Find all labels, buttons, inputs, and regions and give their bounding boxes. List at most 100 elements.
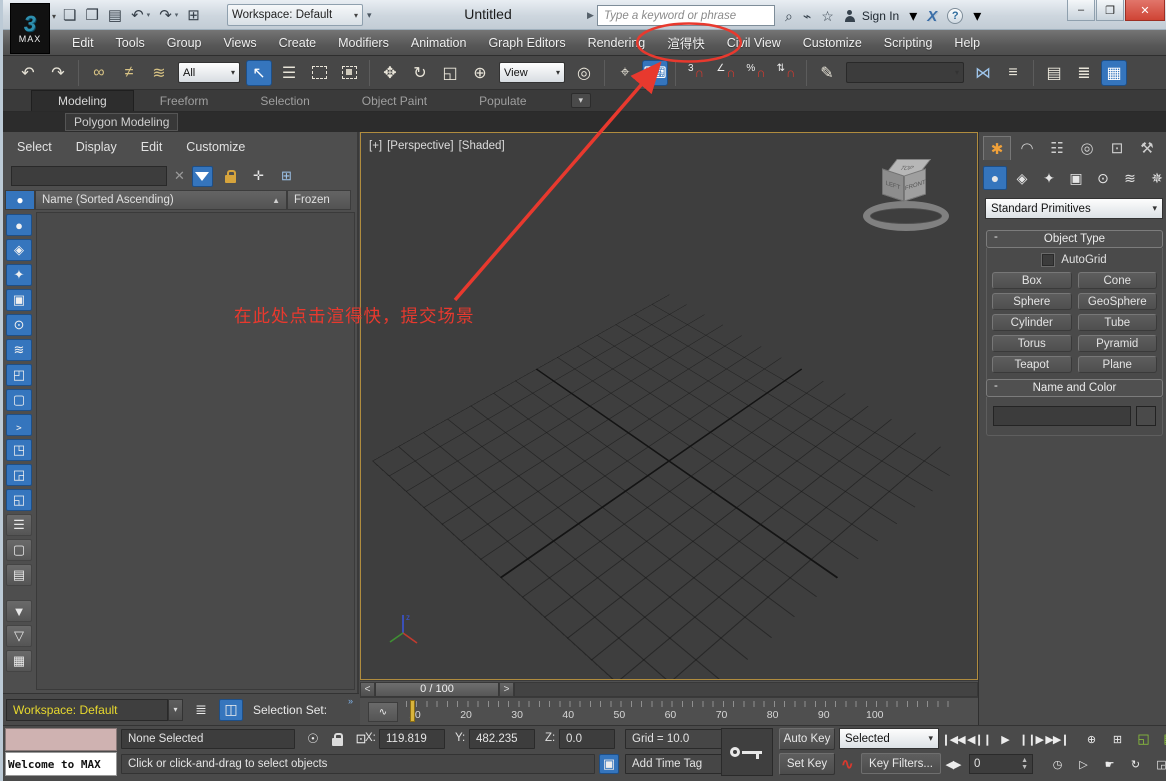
- pan-view-icon[interactable]: ☛: [1097, 754, 1121, 774]
- select-and-rotate-icon[interactable]: ↻: [407, 60, 433, 86]
- maximize-button[interactable]: ❐: [1096, 0, 1124, 21]
- create-shapes-icon[interactable]: ◈: [1010, 166, 1034, 190]
- primitive-button-teapot[interactable]: Teapot: [992, 356, 1072, 373]
- set-key-button[interactable]: Set Key: [779, 753, 835, 775]
- name-color-rollout-header[interactable]: - Name and Color: [986, 379, 1163, 397]
- filter-groups-icon[interactable]: ◰: [6, 364, 32, 386]
- maximize-viewport-toggle-icon[interactable]: ◲: [1149, 754, 1166, 774]
- tab-create[interactable]: ✱: [983, 136, 1011, 160]
- select-and-move-icon[interactable]: ✥: [377, 60, 403, 86]
- filter-bones-icon[interactable]: ﹥: [6, 414, 32, 436]
- filter-hidden-objects-icon[interactable]: ◱: [6, 489, 32, 511]
- new-file-icon[interactable]: ❏: [63, 6, 76, 24]
- select-object-icon[interactable]: ↖: [246, 60, 272, 86]
- named-selection-dropdown[interactable]: ▾: [846, 62, 964, 83]
- isolate-selection-toggle-icon[interactable]: ▣: [599, 754, 619, 774]
- select-place-highlight-icon[interactable]: ⌖: [612, 60, 638, 86]
- primitive-button-sphere[interactable]: Sphere: [992, 293, 1072, 310]
- ribbon-tab-Freeform[interactable]: Freeform: [134, 91, 235, 111]
- minimize-ribbon-icon[interactable]: ▾: [571, 93, 592, 108]
- filter-shapes-icon[interactable]: ◈: [6, 239, 32, 261]
- display-filter-icon[interactable]: [192, 166, 213, 187]
- application-menu-button[interactable]: 3 MAX: [10, 3, 50, 54]
- play-animation-icon[interactable]: ▶: [993, 729, 1017, 749]
- primitive-category-dropdown[interactable]: Standard Primitives ▾: [985, 198, 1163, 219]
- menu-item-Create[interactable]: Create: [268, 30, 328, 55]
- create-space-warps-icon[interactable]: ≋: [1118, 166, 1142, 190]
- align-icon[interactable]: ≡: [1000, 60, 1026, 86]
- ribbon-tab-Object Paint[interactable]: Object Paint: [336, 91, 453, 111]
- primitive-button-pyramid[interactable]: Pyramid: [1078, 335, 1158, 352]
- sign-in-dropdown-icon[interactable]: ▾: [909, 6, 917, 26]
- undo-dropdown-icon[interactable]: ▾: [147, 11, 151, 19]
- primitive-button-tube[interactable]: Tube: [1078, 314, 1158, 331]
- key-mode-dropdown[interactable]: Selected ▾: [839, 728, 939, 749]
- polygon-modeling-panel[interactable]: Polygon Modeling: [65, 113, 178, 131]
- go-to-end-icon[interactable]: ▶▶❙: [1045, 729, 1069, 749]
- track-bar[interactable]: ∿ 102030405060708090100: [360, 697, 978, 725]
- layer-manager-icon[interactable]: ▤: [1041, 60, 1067, 86]
- redo-icon[interactable]: ↷: [45, 60, 71, 86]
- snaps-toggle-3d-icon[interactable]: 3∩: [683, 60, 709, 86]
- filter-geometry-icon[interactable]: ●: [6, 214, 32, 236]
- selection-lock-lightbulb-icon[interactable]: ☉: [303, 729, 323, 749]
- filter-containers-icon[interactable]: ◳: [6, 439, 32, 461]
- minimize-button[interactable]: –: [1067, 0, 1095, 21]
- redo-icon[interactable]: ↷: [159, 6, 172, 24]
- auto-key-button[interactable]: Auto Key: [779, 728, 835, 750]
- clear-search-icon[interactable]: ✕: [174, 168, 185, 184]
- menu-item-Views[interactable]: Views: [212, 30, 267, 55]
- filter-space-warps-icon[interactable]: ≋: [6, 339, 32, 361]
- spinner-snap-toggle-icon[interactable]: ⇅∩: [773, 60, 799, 86]
- redo-dropdown-icon[interactable]: ▾: [175, 11, 179, 19]
- time-configuration-icon[interactable]: ◷: [1045, 754, 1069, 774]
- communication-center-icon[interactable]: ⌁: [803, 8, 811, 25]
- filter-xrefs-icon[interactable]: ▢: [6, 389, 32, 411]
- viewport-general-menu[interactable]: [+]: [369, 140, 382, 152]
- x-coordinate-input[interactable]: 119.819: [379, 729, 445, 749]
- filter-lights-icon[interactable]: ✦: [6, 264, 32, 286]
- primitive-button-box[interactable]: Box: [992, 272, 1072, 289]
- selection-filter-dropdown[interactable]: All▾: [178, 62, 240, 83]
- overflow-chevron-icon[interactable]: »: [348, 696, 353, 706]
- explorer-menu-Customize[interactable]: Customize: [186, 140, 245, 154]
- manage-layers-icon[interactable]: ≣: [189, 699, 213, 721]
- menu-item-Help[interactable]: Help: [943, 30, 991, 55]
- lock-explorer-icon[interactable]: [220, 166, 241, 187]
- percent-snap-toggle-icon[interactable]: %∩: [743, 60, 769, 86]
- filter-helpers-icon[interactable]: ⊙: [6, 314, 32, 336]
- ribbon-tab-Modeling[interactable]: Modeling: [31, 90, 134, 111]
- time-slider-track[interactable]: [514, 682, 978, 697]
- workspace-selector[interactable]: Workspace: Default: [6, 699, 168, 721]
- render-setup-icon[interactable]: ▦: [1101, 60, 1127, 86]
- workspace-dropdown-icon[interactable]: ▾: [168, 699, 183, 721]
- primitive-button-geosphere[interactable]: GeoSphere: [1078, 293, 1158, 310]
- menu-item-Customize[interactable]: Customize: [792, 30, 873, 55]
- display-blank-icon[interactable]: ▢: [6, 539, 32, 561]
- mirror-icon[interactable]: ⋈: [970, 60, 996, 86]
- explorer-menu-Edit[interactable]: Edit: [141, 140, 163, 154]
- menu-item-Rendering[interactable]: Rendering: [577, 30, 657, 55]
- workspace-dropdown[interactable]: Workspace: Default ▾: [227, 4, 363, 26]
- primitive-button-torus[interactable]: Torus: [992, 335, 1072, 352]
- tab-motion[interactable]: ◎: [1073, 136, 1101, 160]
- rectangular-selection-region-icon[interactable]: [306, 60, 332, 86]
- explorer-search-input[interactable]: [11, 166, 167, 186]
- create-cameras-icon[interactable]: ▣: [1064, 166, 1088, 190]
- exchange-apps-icon[interactable]: X: [927, 8, 937, 25]
- next-frame-button[interactable]: >: [499, 682, 514, 697]
- create-systems-icon[interactable]: ✵: [1145, 166, 1166, 190]
- favorites-star-icon[interactable]: ☆: [821, 8, 834, 25]
- search-input[interactable]: Type a keyword or phrase: [597, 5, 775, 26]
- explorer-menu-Display[interactable]: Display: [76, 140, 117, 154]
- menu-item-Civil View[interactable]: Civil View: [716, 30, 792, 55]
- ribbon-tab-Populate[interactable]: Populate: [453, 91, 552, 111]
- name-column-header[interactable]: Name (Sorted Ascending) ▲: [35, 190, 287, 210]
- graphite-ribbon-toggle-icon[interactable]: ≣: [1071, 60, 1097, 86]
- default-tangent-icon[interactable]: ∿: [841, 755, 854, 773]
- undo-icon[interactable]: ↶: [131, 6, 144, 24]
- create-helpers-icon[interactable]: ⊙: [1091, 166, 1115, 190]
- user-account-icon[interactable]: [844, 10, 856, 22]
- close-button[interactable]: ✕: [1125, 0, 1165, 21]
- archive-view-icon[interactable]: ▦: [6, 650, 32, 672]
